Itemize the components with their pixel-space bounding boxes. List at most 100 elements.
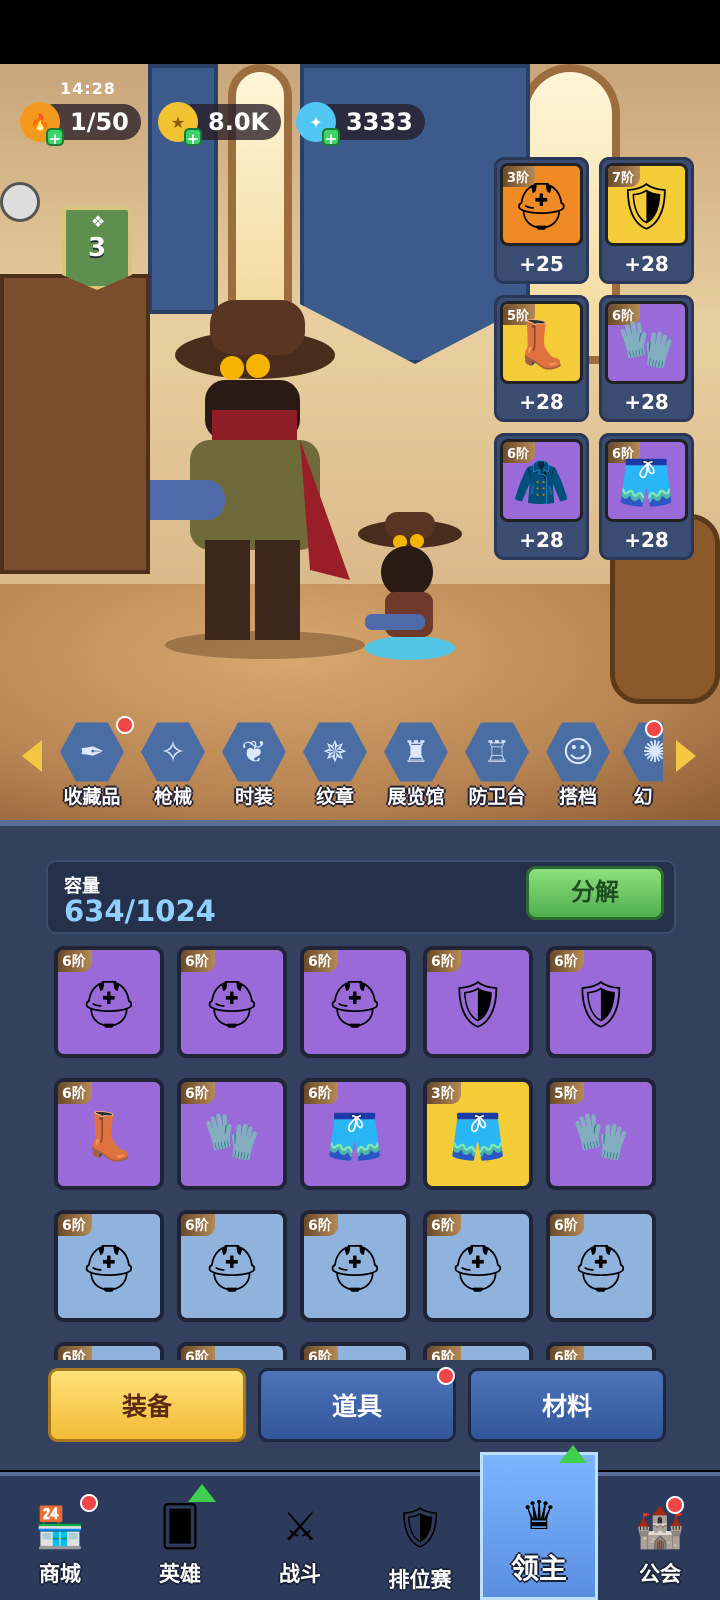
equip-bonus: +25 <box>519 252 564 276</box>
nav-guild[interactable]: 🏰 公会 <box>600 1476 720 1600</box>
inventory-item[interactable]: 6阶 🛡 <box>546 946 656 1058</box>
feature-collection[interactable]: ✒ 收藏品 <box>56 716 134 809</box>
equip-bonus: +28 <box>519 390 564 414</box>
skirt-icon: 🩳 <box>326 1109 384 1164</box>
inventory-item[interactable]: 6阶⛑ <box>300 1342 410 1360</box>
inventory-item[interactable]: 6阶⛑ <box>177 1342 287 1360</box>
inventory-item[interactable]: 6阶⛑ <box>177 1210 287 1322</box>
tier-badge: 5阶 <box>550 1082 584 1104</box>
wings-icon: ❖ <box>90 212 106 231</box>
rank-shield-icon: 🛡 <box>394 1504 446 1551</box>
decompose-button[interactable]: 分解 <box>526 866 664 920</box>
equip-slot-cape[interactable]: 6阶 🧥 +28 <box>494 433 589 560</box>
pet-icon: ☺ <box>546 722 610 782</box>
equip-slot-body[interactable]: 7阶 🛡 +28 <box>599 157 694 284</box>
inventory-item[interactable]: 6阶⛑ <box>300 946 410 1058</box>
notification-dot <box>80 1494 98 1512</box>
inventory-item[interactable]: 6阶 🛡 <box>423 946 533 1058</box>
tier-badge: 6阶 <box>181 1082 215 1104</box>
plus-icon[interactable]: + <box>184 128 202 148</box>
equip-card: 6阶 🧥 <box>500 439 583 522</box>
gauntlet-icon: 🧤 <box>572 1109 630 1164</box>
equip-slot-feet[interactable]: 5阶 👢 +28 <box>494 295 589 422</box>
boots-icon: 👢 <box>80 1109 138 1164</box>
feature-exhibition[interactable]: ♜ 展览馆 <box>380 720 452 809</box>
tier-badge: 6阶 <box>181 1346 215 1360</box>
equip-slot-legs[interactable]: 6阶 🩳 +28 <box>599 433 694 560</box>
helmet-icon: ⛑ <box>571 1241 631 1296</box>
gold-counter[interactable]: ★ + 8.0K <box>158 102 282 148</box>
level-value: 3 <box>87 233 107 263</box>
inventory-item[interactable]: 6阶 🩳 <box>300 1078 410 1190</box>
tier-badge: 6阶 <box>58 1214 92 1236</box>
energy-counter[interactable]: 🔥 + 1/50 <box>20 102 141 148</box>
inventory-item[interactable]: 6阶⛑ <box>54 1210 164 1322</box>
gun-icon: ✧ <box>141 722 205 782</box>
feature-partial[interactable]: ✺ 幻 <box>623 720 663 809</box>
inventory-item[interactable]: 6阶⛑ <box>177 946 287 1058</box>
inventory-item[interactable]: 6阶 🧤 <box>177 1078 287 1190</box>
notification-dot <box>666 1496 684 1514</box>
tier-badge: 6阶 <box>427 1214 461 1236</box>
upgrade-arrow-icon <box>188 1484 216 1502</box>
shorts-icon: 🩳 <box>449 1109 507 1164</box>
feature-label: 展览馆 <box>387 786 445 808</box>
feature-fashion[interactable]: ❦ 时装 <box>218 720 290 809</box>
inventory-item[interactable]: 6阶⛑ <box>546 1342 656 1360</box>
tab-items[interactable]: 道具 <box>258 1367 456 1442</box>
nav-label: 战斗 <box>279 1562 321 1586</box>
inventory-item[interactable]: 6阶 👢 <box>54 1078 164 1190</box>
inventory-item[interactable]: 6阶 ⛑ <box>546 1210 656 1322</box>
equip-slot-head[interactable]: 3阶 ⛑ +25 <box>494 157 589 284</box>
tier-badge: 6阶 <box>304 1346 338 1360</box>
tier-badge: 6阶 <box>304 1082 338 1104</box>
hero-character[interactable] <box>150 300 380 660</box>
plus-icon[interactable]: + <box>46 128 64 148</box>
feature-menu: ✒ 收藏品 ✧ 枪械 ❦ 时装 ✵ 纹章 ♜ 展览馆 ♖ 防卫台 ☺ 搭档 ✺ 幻 <box>0 716 720 812</box>
plus-icon[interactable]: + <box>322 128 340 148</box>
tab-materials[interactable]: 材料 <box>468 1368 666 1442</box>
gem-counter[interactable]: ✦ + 3333 <box>296 102 425 148</box>
inventory-item[interactable]: 3阶 🩳 <box>423 1078 533 1190</box>
nav-lord[interactable]: ♛ 领主 <box>480 1445 598 1600</box>
helmet-icon: ⛑ <box>325 977 385 1032</box>
swords-icon: ⚔ <box>282 1504 318 1550</box>
nav-heroes[interactable]: 🂠 英雄 <box>120 1476 240 1600</box>
companion-character[interactable] <box>355 512 470 662</box>
scroll-right-arrow-icon[interactable] <box>676 740 696 772</box>
tier-badge: 6阶 <box>550 1214 584 1236</box>
feature-emblem[interactable]: ✵ 纹章 <box>299 720 371 809</box>
gauntlet-icon: 🧤 <box>203 1109 261 1164</box>
inventory-item[interactable]: 6阶⛑ <box>423 1342 533 1360</box>
clock: 14:28 <box>60 79 116 98</box>
status-bar-background <box>0 0 720 64</box>
feature-guns[interactable]: ✧ 枪械 <box>137 720 209 809</box>
helmet-icon: ⛑ <box>79 977 139 1032</box>
inventory-item[interactable]: 5阶 🧤 <box>546 1078 656 1190</box>
nav-shop[interactable]: 🏪 商城 <box>0 1476 120 1600</box>
equip-slot-hands[interactable]: 6阶 🧤 +28 <box>599 295 694 422</box>
notification-dot <box>437 1367 455 1385</box>
feature-label: 时装 <box>234 786 273 808</box>
tab-equipment[interactable]: 装备 <box>48 1368 246 1442</box>
nav-label: 排位赛 <box>388 1568 452 1592</box>
nav-ranked[interactable]: 🛡 排位赛 <box>360 1476 480 1600</box>
inventory-item[interactable]: 6阶⛑ <box>300 1210 410 1322</box>
nav-battle[interactable]: ⚔ 战斗 <box>240 1476 360 1600</box>
lord-banner-icon: ♛ <box>521 1493 557 1539</box>
side-avatar-button[interactable] <box>0 182 40 222</box>
inventory-grid: 6阶 ⛑ 6阶 ⛑ 6阶 ⛑ 6阶 🛡 6阶 🛡 6阶 👢 6阶 🧤 6阶 🩳 3阶 🩳 5阶 🧤 6阶 ⛑ 6阶 ⛑ 6阶 ⛑ 6… <box>54 946 674 1360</box>
feature-partner[interactable]: ☺ 搭档 <box>542 720 614 809</box>
inventory-item[interactable]: 6阶⛑ <box>54 946 164 1058</box>
armor-icon: 🛡 <box>617 179 676 234</box>
feature-label: 纹章 <box>315 786 354 808</box>
flame-icon: 🔥 + <box>20 102 64 148</box>
feather-icon: ✒ <box>60 722 124 782</box>
inventory-item[interactable]: 6阶⛑ <box>54 1342 164 1360</box>
capacity-value: 634/1024 <box>64 894 216 928</box>
helmet-icon: ⛑ <box>202 1241 262 1296</box>
feature-defense[interactable]: ♖ 防卫台 <box>461 720 533 809</box>
nav-label: 公会 <box>639 1562 681 1586</box>
inventory-item[interactable]: 6阶⛑ <box>423 1210 533 1322</box>
equip-card: 5阶 👢 <box>500 301 583 384</box>
